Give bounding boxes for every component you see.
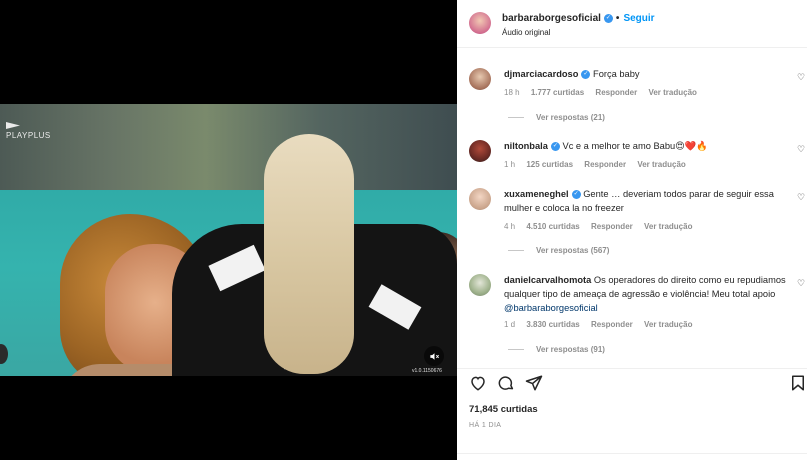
comment-meta: 18 h 1.777 curtidas Responder Ver traduç… <box>504 88 706 97</box>
video-person-right <box>172 124 457 376</box>
comment-like-icon[interactable]: ♡ <box>797 278 805 289</box>
replies-divider <box>508 349 524 351</box>
video-watermark: v1.0.1150676 <box>412 368 442 374</box>
comment-body: Força baby <box>593 69 640 79</box>
comment-like-icon[interactable]: ♡ <box>797 144 805 155</box>
comment-body: Vc e a melhor te amo Babu😍❤️🔥 <box>562 141 709 151</box>
comments-list[interactable]: djmarciacardoso ✓ Força baby 18 h 1.777 c… <box>457 58 807 368</box>
audio-label[interactable]: Áudio original <box>502 28 550 37</box>
replies-divider <box>508 117 524 119</box>
comment-like-icon[interactable]: ♡ <box>797 192 805 203</box>
view-replies-button[interactable]: Ver respostas (91) <box>508 345 605 354</box>
heart-icon[interactable] <box>469 374 489 394</box>
avatar[interactable] <box>469 274 491 296</box>
comment-text: niltonbala ✓ Vc e a melhor te amo Babu😍❤️… <box>504 139 789 153</box>
comment-likes[interactable]: 125 curtidas <box>526 160 573 169</box>
post-header: barbaraborgesoficial ✓ • Seguir Áudio origi… <box>457 0 807 48</box>
comment-time[interactable]: 1 d <box>504 320 515 329</box>
comment-username[interactable]: danielcarvalhomota <box>504 275 591 285</box>
comment-likes[interactable]: 3.830 curtidas <box>526 320 579 329</box>
comment-icon[interactable] <box>497 374 517 394</box>
reply-button[interactable]: Responder <box>591 320 633 329</box>
send-icon[interactable] <box>525 374 545 394</box>
author-username[interactable]: barbaraborgesoficial <box>502 13 601 24</box>
comment-meta: 1 d 3.830 curtidas Responder Ver traduçã… <box>504 320 701 329</box>
post-likes[interactable]: 71,845 curtidas <box>469 404 538 415</box>
post-actions: 71,845 curtidas HÁ 1 DIA <box>457 368 807 460</box>
translate-button[interactable]: Ver tradução <box>644 222 692 231</box>
post-time[interactable]: HÁ 1 DIA <box>469 422 501 429</box>
verified-icon: ✓ <box>581 70 591 80</box>
separator-dot: • <box>615 13 620 24</box>
comment-like-icon[interactable]: ♡ <box>797 72 805 83</box>
replies-divider <box>508 250 524 252</box>
comment-time[interactable]: 18 h <box>504 88 520 97</box>
comment-text: danielcarvalhomota Os operadores do dire… <box>504 273 789 315</box>
avatar[interactable] <box>469 188 491 210</box>
comment-time[interactable]: 1 h <box>504 160 515 169</box>
video-player[interactable]: PLAYPLUS v1.0.1150676 <box>0 0 457 460</box>
comment-likes[interactable]: 1.777 curtidas <box>531 88 584 97</box>
view-replies-button[interactable]: Ver respostas (21) <box>508 113 605 122</box>
translate-button[interactable]: Ver tradução <box>644 320 692 329</box>
avatar[interactable] <box>469 12 491 34</box>
comment-text: xuxameneghel ✓ Gente … deveriam todos par… <box>504 187 789 215</box>
comment-username[interactable]: niltonbala <box>504 141 548 151</box>
bookmark-icon[interactable] <box>789 374 807 394</box>
view-replies-button[interactable]: Ver respostas (567) <box>508 246 609 255</box>
avatar[interactable] <box>469 140 491 162</box>
comment-text: djmarciacardoso ✓ Força baby <box>504 67 789 81</box>
reply-button[interactable]: Responder <box>591 222 633 231</box>
comment-mention[interactable]: @barbaraborgesoficial <box>504 303 598 313</box>
post-panel: barbaraborgesoficial ✓ • Seguir Áudio origi… <box>457 0 807 460</box>
post-author: barbaraborgesoficial ✓ • Seguir <box>502 13 655 24</box>
comment-time[interactable]: 4 h <box>504 222 515 231</box>
comment-likes[interactable]: 4.510 curtidas <box>526 222 579 231</box>
verified-icon: ✓ <box>603 13 613 23</box>
verified-icon: ✓ <box>550 142 560 152</box>
add-comment-area[interactable] <box>457 453 807 461</box>
comment-username[interactable]: djmarciacardoso <box>504 69 578 79</box>
comment-meta: 1 h 125 curtidas Responder Ver tradução <box>504 160 695 169</box>
translate-button[interactable]: Ver tradução <box>637 160 685 169</box>
translate-button[interactable]: Ver tradução <box>648 88 696 97</box>
comment-username[interactable]: xuxameneghel <box>504 189 569 199</box>
reply-button[interactable]: Responder <box>595 88 637 97</box>
comment-meta: 4 h 4.510 curtidas Responder Ver traduçã… <box>504 222 701 231</box>
avatar[interactable] <box>469 68 491 90</box>
reply-button[interactable]: Responder <box>584 160 626 169</box>
playplus-logo: PLAYPLUS <box>6 122 51 140</box>
video-frame[interactable]: PLAYPLUS v1.0.1150676 <box>0 104 457 376</box>
speaker-muted-icon[interactable] <box>424 346 444 366</box>
follow-button[interactable]: Seguir <box>623 13 654 24</box>
verified-icon: ✓ <box>571 190 581 200</box>
